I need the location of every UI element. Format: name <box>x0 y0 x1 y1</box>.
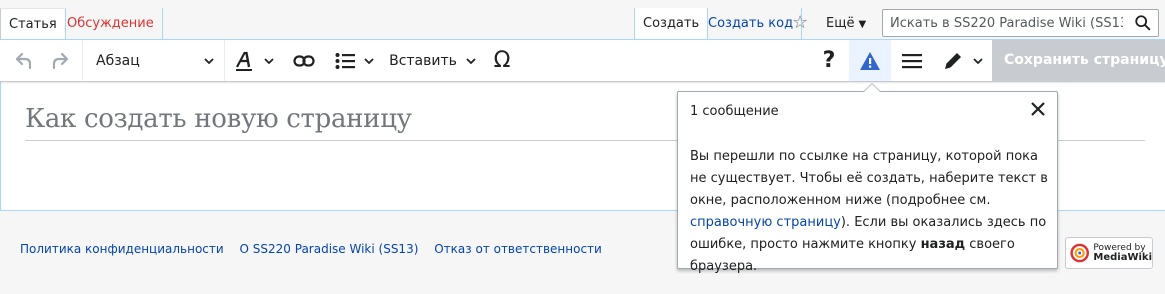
popup-arrow <box>863 83 881 92</box>
powered-by-mediawiki-badge[interactable]: Powered by MediaWiki <box>1065 237 1153 269</box>
popup-header: 1 сообщение <box>690 104 779 119</box>
search-box <box>882 9 1159 37</box>
footer-link-disclaimer[interactable]: Отказ от ответственности <box>434 242 602 256</box>
chevron-down-icon <box>264 57 274 64</box>
editor-toolbar: Абзац Вставить Ω ? Сохранить страницу... <box>0 40 1165 82</box>
help-button[interactable]: ? <box>810 40 848 81</box>
search-input[interactable] <box>883 10 1123 36</box>
undo-button[interactable] <box>4 40 42 81</box>
more-menu[interactable]: Ещё ▼ <box>818 8 874 40</box>
mediawiki-logo-icon <box>1070 243 1089 263</box>
page-title-input[interactable]: Как создать новую страницу <box>25 104 412 134</box>
warning-icon <box>860 51 880 70</box>
tab-article[interactable]: Статья <box>0 8 66 40</box>
badge-bottom-text: MediaWiki <box>1093 252 1152 263</box>
omega-icon: Ω <box>493 48 511 73</box>
page-options-button[interactable] <box>893 40 931 81</box>
tab-bar: Статья Обсуждение Создать Создать код ☆ … <box>0 0 1165 40</box>
paragraph-format-dropdown[interactable]: Абзац <box>83 40 223 81</box>
close-icon[interactable] <box>1029 100 1047 118</box>
more-label: Ещё <box>826 16 855 31</box>
redo-icon <box>52 52 69 69</box>
popup-text-before: Вы перешли по ссылке на страницу, которо… <box>690 149 1048 208</box>
list-button[interactable] <box>330 40 380 81</box>
tab-talk[interactable]: Обсуждение <box>59 8 163 40</box>
search-icon[interactable] <box>1134 14 1152 32</box>
help-page-link[interactable]: справочную страницу <box>690 215 841 230</box>
toolbar-divider <box>224 40 225 81</box>
bullet-list-icon <box>335 52 355 69</box>
chevron-down-icon <box>204 57 214 64</box>
paragraph-format-label: Абзац <box>96 52 140 69</box>
text-style-icon <box>235 51 252 71</box>
special-character-button[interactable]: Ω <box>482 40 522 81</box>
edit-mode-switch[interactable] <box>936 40 990 81</box>
popup-message: Вы перешли по ссылке на страницу, которо… <box>690 146 1050 278</box>
badge-text: Powered by MediaWiki <box>1093 243 1152 263</box>
chevron-down-icon <box>466 57 476 64</box>
insert-label: Вставить <box>389 52 457 69</box>
insert-menu[interactable]: Вставить <box>388 40 478 81</box>
text-style-button[interactable] <box>228 40 280 81</box>
link-button[interactable] <box>284 40 324 81</box>
chevron-down-icon <box>364 57 374 64</box>
tab-create-code[interactable]: Создать код <box>700 8 803 40</box>
undo-icon <box>15 52 32 69</box>
footer-link-about[interactable]: О SS220 Paradise Wiki (SS13) <box>240 242 419 256</box>
popup-bold-back: назад <box>920 237 966 252</box>
chevron-down-icon <box>973 57 983 64</box>
tab-create[interactable]: Создать <box>634 8 709 40</box>
watch-star-icon[interactable]: ☆ <box>792 13 808 33</box>
footer-link-privacy[interactable]: Политика конфиденциальности <box>20 242 224 256</box>
notices-button[interactable] <box>849 40 891 81</box>
save-page-button[interactable]: Сохранить страницу... <box>992 40 1165 81</box>
redo-button[interactable] <box>42 40 80 81</box>
menu-icon <box>902 53 922 68</box>
pencil-icon <box>945 52 961 69</box>
footer-links: Политика конфиденциальности О SS220 Para… <box>20 242 614 256</box>
chevron-down-icon: ▼ <box>858 19 867 30</box>
link-icon <box>293 54 315 67</box>
help-icon: ? <box>822 48 836 73</box>
notice-popup: 1 сообщение Вы перешли по ссылке на стра… <box>677 83 1058 274</box>
